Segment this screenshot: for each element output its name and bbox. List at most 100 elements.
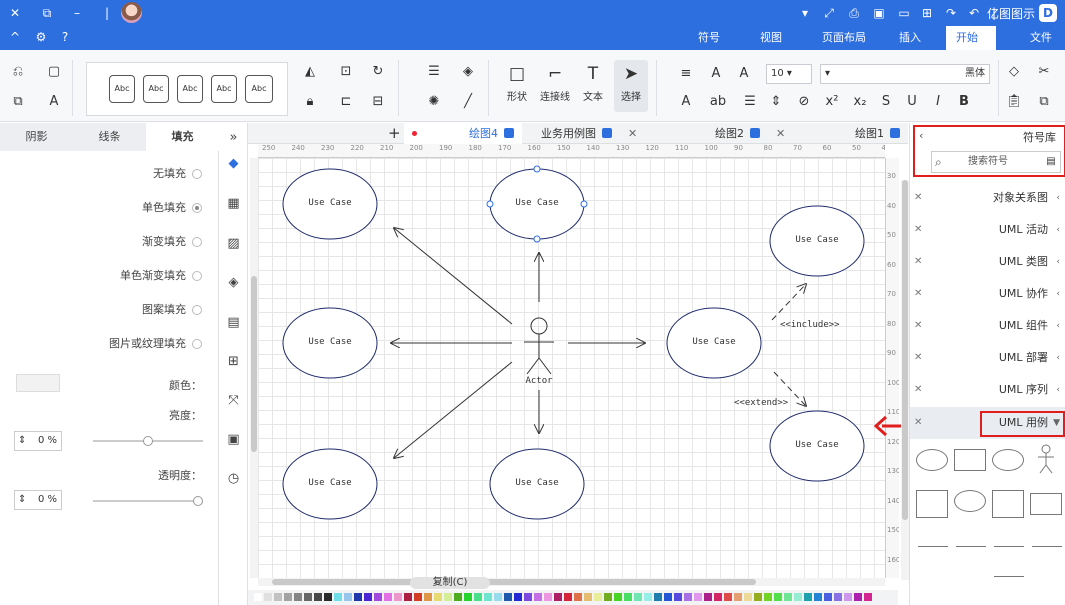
palette-swatch[interactable] [334, 593, 342, 601]
category-uml-sequence[interactable]: ✕ UML 序列 ‹ [910, 374, 1065, 406]
tab-page-layout[interactable]: 页面布局 [812, 26, 876, 50]
tab-insert[interactable]: 插入 [889, 26, 931, 50]
shape-generalization[interactable] [956, 546, 986, 547]
fill-shape-icon[interactable]: ◭ [300, 62, 320, 82]
palette-swatch[interactable] [494, 593, 502, 601]
category-uml-collaboration[interactable]: ✕ UML 协作 ‹ [910, 278, 1065, 310]
doc-tab-4[interactable]: 绘图4 [404, 123, 522, 144]
new-tab-button[interactable]: + [384, 123, 402, 144]
undo-icon[interactable]: ↶ [965, 4, 983, 22]
close-icon[interactable]: ✕ [914, 246, 922, 278]
distribute-icon[interactable]: ⊟ [368, 92, 388, 112]
presentation-icon[interactable]: ▣ [223, 429, 244, 450]
clear-icon[interactable]: ◇ [1004, 62, 1024, 82]
canvas-horizontal-scrollbar[interactable] [258, 578, 885, 586]
format-painter-icon[interactable]: ⎌ [8, 62, 28, 82]
strikethrough-icon[interactable]: S [876, 92, 896, 112]
canvas-vertical-scrollbar[interactable] [250, 158, 258, 578]
palette-swatch[interactable] [474, 593, 482, 601]
scroll-thumb[interactable] [272, 579, 756, 585]
new-icon[interactable]: ⊞ [918, 4, 936, 22]
association-line[interactable] [394, 361, 513, 458]
style-sample[interactable]: Abc [211, 75, 237, 103]
palette-swatch[interactable] [754, 593, 762, 601]
slider-knob[interactable] [193, 496, 203, 506]
redo-icon[interactable]: ↷ [942, 4, 960, 22]
category-uml-class[interactable]: ✕ UML 类图 ‹ [910, 246, 1065, 278]
close-icon[interactable]: ✕ [914, 407, 922, 439]
effects-icon[interactable]: ✺ [424, 92, 444, 112]
minimize-icon[interactable]: – [68, 4, 86, 22]
palette-swatch[interactable] [364, 593, 372, 601]
align-icon[interactable]: ⊏ [336, 92, 356, 112]
palette-swatch[interactable] [464, 593, 472, 601]
tab-line[interactable]: 线条 [73, 123, 146, 151]
superscript-icon[interactable]: x² [822, 92, 842, 112]
tab-file[interactable]: 文件 [1020, 26, 1065, 50]
fill-option-pattern[interactable]: 图案填充 [142, 301, 202, 319]
shape-actor[interactable] [1034, 443, 1058, 479]
align-text-icon[interactable]: ≡ [676, 64, 696, 84]
line-color-icon[interactable]: ╱ [458, 92, 478, 112]
shape-association[interactable] [918, 546, 948, 547]
connector-button[interactable]: ⌐ 连接线 [538, 60, 572, 112]
slider-knob[interactable] [143, 436, 153, 446]
symbol-search-input[interactable]: ⌕ 搜索符号 [931, 151, 1061, 173]
palette-swatch[interactable] [564, 593, 572, 601]
close-icon[interactable]: ✕ [776, 123, 785, 144]
shape-system-boundary[interactable] [954, 449, 986, 471]
brightness-slider[interactable] [93, 436, 203, 446]
palette-swatch[interactable] [384, 593, 392, 601]
palette-swatch[interactable] [834, 593, 842, 601]
close-icon[interactable]: ✕ [914, 214, 922, 246]
palette-swatch[interactable] [814, 593, 822, 601]
style-sample[interactable]: Abc [143, 75, 169, 103]
tab-view[interactable]: 视图 [750, 26, 792, 50]
dropdown-icon[interactable]: ▾ [796, 4, 814, 22]
style-gallery[interactable]: Abc Abc Abc Abc Abc [86, 62, 288, 116]
category-uml-activity[interactable]: ✕ UML 活动 ‹ [910, 214, 1065, 246]
tab-home[interactable]: 开始 [946, 26, 996, 50]
underline-icon[interactable]: U [902, 92, 922, 112]
palette-swatch[interactable] [294, 593, 302, 601]
close-icon[interactable]: ✕ [6, 4, 24, 22]
bold-icon[interactable]: B [954, 92, 974, 112]
rotate-icon[interactable]: ↻ [368, 62, 388, 82]
close-icon[interactable]: ✕ [914, 374, 922, 406]
palette-swatch[interactable] [844, 593, 852, 601]
layers-icon[interactable]: ◈ [223, 272, 244, 293]
scroll-thumb[interactable] [251, 276, 257, 452]
palette-swatch[interactable] [734, 593, 742, 601]
fill-option-gradient[interactable]: 渐变填充 [142, 233, 202, 251]
selection-handle[interactable] [533, 165, 541, 173]
collapse-ribbon-icon[interactable]: ^ [6, 28, 24, 46]
italic-icon[interactable]: I [928, 92, 948, 112]
palette-swatch[interactable] [584, 593, 592, 601]
tab-symbols[interactable]: 符号 [688, 26, 730, 50]
transparency-slider[interactable] [93, 496, 203, 506]
history-icon[interactable]: ◷ [223, 468, 244, 489]
select-button[interactable]: ➤ 选择 [614, 60, 648, 112]
palette-swatch[interactable] [314, 593, 322, 601]
fill-option-solid-gradient[interactable]: 单色渐变填充 [120, 267, 202, 285]
lock-icon[interactable]: 🔒︎ [300, 92, 320, 112]
palette-swatch[interactable] [394, 593, 402, 601]
save-icon[interactable]: ▣ [870, 4, 888, 22]
palette-swatch[interactable] [714, 593, 722, 601]
fill-bucket-icon[interactable]: ◆ [223, 153, 244, 174]
palette-swatch[interactable] [724, 593, 732, 601]
close-icon[interactable]: ✕ [914, 310, 922, 342]
clear-format-icon[interactable]: ⊘ [794, 92, 814, 112]
print-icon[interactable]: ⎙ [845, 4, 863, 22]
page-icon[interactable]: ▤ [223, 312, 244, 333]
palette-swatch[interactable] [454, 593, 462, 601]
line-style-icon[interactable]: ☰ [424, 62, 444, 82]
avatar[interactable] [121, 2, 142, 23]
close-icon[interactable]: ✕ [914, 182, 922, 214]
palette-swatch[interactable] [614, 593, 622, 601]
size-icon[interactable]: ⊡ [336, 62, 356, 82]
fill-option-none[interactable]: 无填充 [153, 165, 202, 183]
palette-swatch[interactable] [704, 593, 712, 601]
palette-swatch[interactable] [484, 593, 492, 601]
category-uml-deployment[interactable]: ✕ UML 部署 ‹ [910, 342, 1065, 374]
